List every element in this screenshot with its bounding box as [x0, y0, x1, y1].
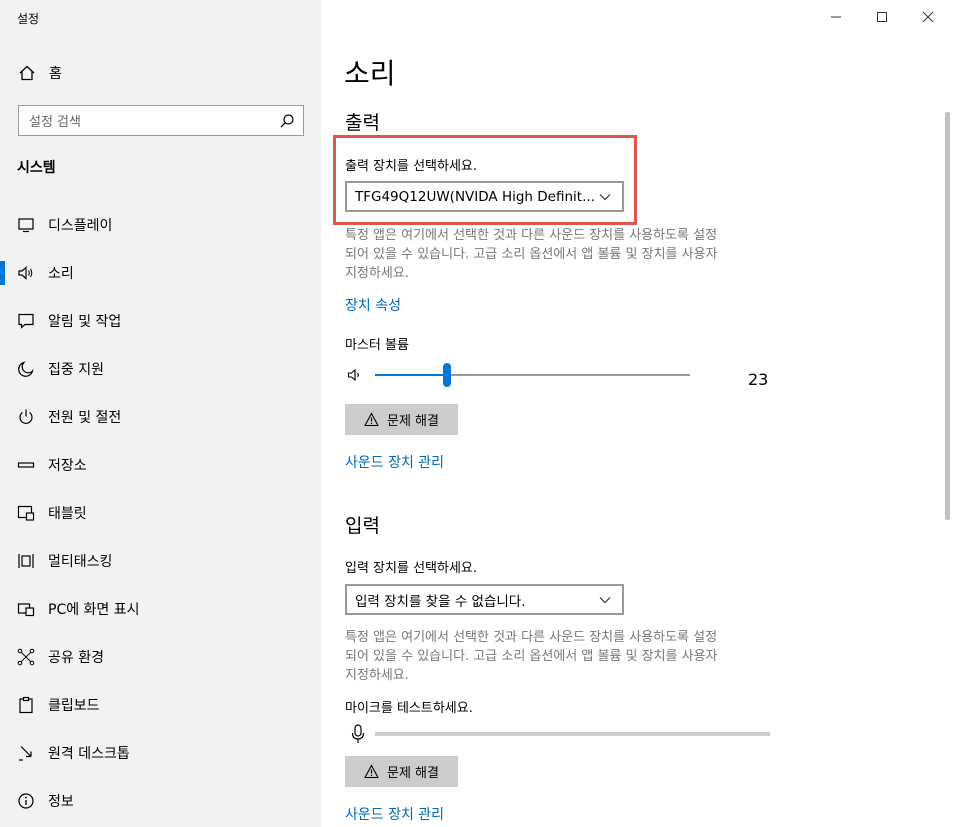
output-troubleshoot-button[interactable]: 문제 해결 [345, 404, 458, 435]
sidebar-item-about[interactable]: 정보 [0, 777, 321, 825]
warning-icon [364, 764, 379, 779]
output-description-line: 되어 있을 수 있습니다. 고급 소리 옵션에서 앱 볼륨 및 장치를 사용자 [345, 247, 718, 262]
device-properties-link[interactable]: 장치 속성 [345, 295, 401, 315]
warning-icon [364, 412, 379, 427]
moon-icon [18, 361, 34, 377]
power-icon [19, 409, 33, 424]
output-heading: 출력 [345, 112, 380, 134]
chevron-down-icon [599, 193, 611, 200]
search-icon[interactable] [279, 113, 295, 129]
tablet-icon [17, 505, 35, 521]
input-troubleshoot-button[interactable]: 문제 해결 [345, 756, 458, 787]
sidebar-item-clipboard[interactable]: 클립보드 [0, 681, 321, 729]
clipboard-icon [19, 696, 33, 714]
sidebar-item-label: 멀티태스킹 [48, 554, 113, 570]
chevron-down-icon [599, 596, 611, 603]
output-description-line: 특정 앱은 여기에서 선택한 것과 다른 사운드 장치를 사용하도록 설정 [345, 228, 718, 243]
sidebar-item-label: 알림 및 작업 [48, 314, 122, 330]
sidebar-item-label: 정보 [48, 794, 74, 810]
output-device-label: 출력 장치를 선택하세요. [345, 159, 477, 174]
microphone-icon [351, 724, 365, 743]
sidebar-item-label: 디스플레이 [48, 218, 113, 234]
sidebar: 설정 홈 설정 검색 시스템 디스플레이 소리 알림 및 작업 집중 지원 전원… [0, 0, 321, 827]
input-description: 특정 앱은 여기에서 선택한 것과 다른 사운드 장치를 사용하도록 설정 되어… [345, 628, 795, 685]
project-icon [17, 603, 35, 617]
sidebar-item-project-to-pc[interactable]: PC에 화면 표시 [0, 585, 321, 633]
output-device-value: TFG49Q12UW(NVIDA High Definit... [355, 188, 595, 205]
sidebar-item-shared-experiences[interactable]: 공유 환경 [0, 633, 321, 681]
page-title: 소리 [344, 57, 396, 90]
volume-slider-fill [375, 374, 447, 376]
monitor-icon [18, 218, 34, 233]
mic-test-label: 마이크를 테스트하세요. [345, 701, 473, 716]
home-icon [19, 65, 35, 81]
search-input[interactable]: 설정 검색 [18, 105, 304, 136]
input-description-line: 지정하세요. [345, 668, 409, 683]
sidebar-item-display[interactable]: 디스플레이 [0, 201, 321, 249]
sidebar-item-tablet[interactable]: 태블릿 [0, 489, 321, 537]
output-description: 특정 앱은 여기에서 선택한 것과 다른 사운드 장치를 사용하도록 설정 되어… [345, 226, 795, 283]
storage-icon [17, 462, 35, 468]
input-heading: 입력 [345, 515, 380, 537]
home-label: 홈 [49, 66, 62, 82]
sidebar-item-remote-desktop[interactable]: 원격 데스크톱 [0, 729, 321, 777]
window-title: 설정 [17, 12, 40, 26]
volume-speaker-icon[interactable] [347, 367, 363, 383]
volume-value: 23 [748, 370, 769, 389]
sidebar-item-multitasking[interactable]: 멀티태스킹 [0, 537, 321, 585]
input-device-value: 입력 장치를 찾을 수 없습니다. [355, 593, 526, 610]
output-manage-devices-link[interactable]: 사운드 장치 관리 [345, 452, 444, 472]
minimize-icon [831, 16, 841, 18]
remote-desktop-icon [19, 746, 32, 761]
sidebar-section-header: 시스템 [17, 160, 56, 176]
maximize-icon [877, 12, 887, 22]
troubleshoot-label: 문제 해결 [387, 414, 439, 429]
input-manage-devices-link[interactable]: 사운드 장치 관리 [345, 804, 444, 824]
multitasking-icon [18, 554, 34, 568]
input-device-dropdown[interactable]: 입력 장치를 찾을 수 없습니다. [345, 584, 624, 615]
sidebar-item-sound[interactable]: 소리 [0, 249, 321, 297]
share-icon [17, 648, 35, 666]
sidebar-item-label: 클립보드 [48, 698, 100, 714]
sidebar-item-label: 태블릿 [48, 506, 87, 522]
maximize-button[interactable] [859, 0, 905, 34]
close-icon [922, 11, 934, 23]
sidebar-item-label: 공유 환경 [48, 650, 104, 666]
sidebar-item-label: 원격 데스크톱 [48, 746, 130, 762]
output-description-line: 지정하세요. [345, 266, 409, 281]
volume-slider-track[interactable] [375, 363, 690, 387]
sidebar-item-label: 소리 [48, 266, 74, 282]
sidebar-item-label: 집중 지원 [48, 362, 104, 378]
minimize-button[interactable] [813, 0, 859, 34]
sidebar-item-focus-assist[interactable]: 집중 지원 [0, 345, 321, 393]
sidebar-item-label: 저장소 [48, 458, 87, 474]
troubleshoot-label: 문제 해결 [387, 766, 439, 781]
volume-slider-thumb[interactable] [443, 363, 451, 387]
sidebar-item-power[interactable]: 전원 및 절전 [0, 393, 321, 441]
sidebar-item-storage[interactable]: 저장소 [0, 441, 321, 489]
scrollbar-thumb[interactable] [945, 112, 950, 520]
info-icon [18, 793, 34, 809]
output-device-dropdown[interactable]: TFG49Q12UW(NVIDA High Definit... [345, 181, 624, 212]
sidebar-home[interactable]: 홈 [18, 63, 62, 83]
sidebar-item-label: PC에 화면 표시 [48, 602, 140, 618]
search-placeholder: 설정 검색 [29, 115, 81, 130]
mic-level-meter [375, 732, 770, 736]
speaker-icon [18, 266, 33, 280]
notification-icon [18, 313, 34, 329]
input-description-line: 되어 있을 수 있습니다. 고급 소리 옵션에서 앱 볼륨 및 장치를 사용자 [345, 649, 718, 664]
sidebar-item-notifications[interactable]: 알림 및 작업 [0, 297, 321, 345]
input-description-line: 특정 앱은 여기에서 선택한 것과 다른 사운드 장치를 사용하도록 설정 [345, 630, 718, 645]
sidebar-nav: 디스플레이 소리 알림 및 작업 집중 지원 전원 및 절전 저장소 태블릿 멀… [0, 201, 321, 825]
input-device-label: 입력 장치를 선택하세요. [345, 561, 477, 576]
master-volume-label: 마스터 볼륨 [345, 338, 409, 353]
sidebar-item-label: 전원 및 절전 [48, 410, 122, 426]
